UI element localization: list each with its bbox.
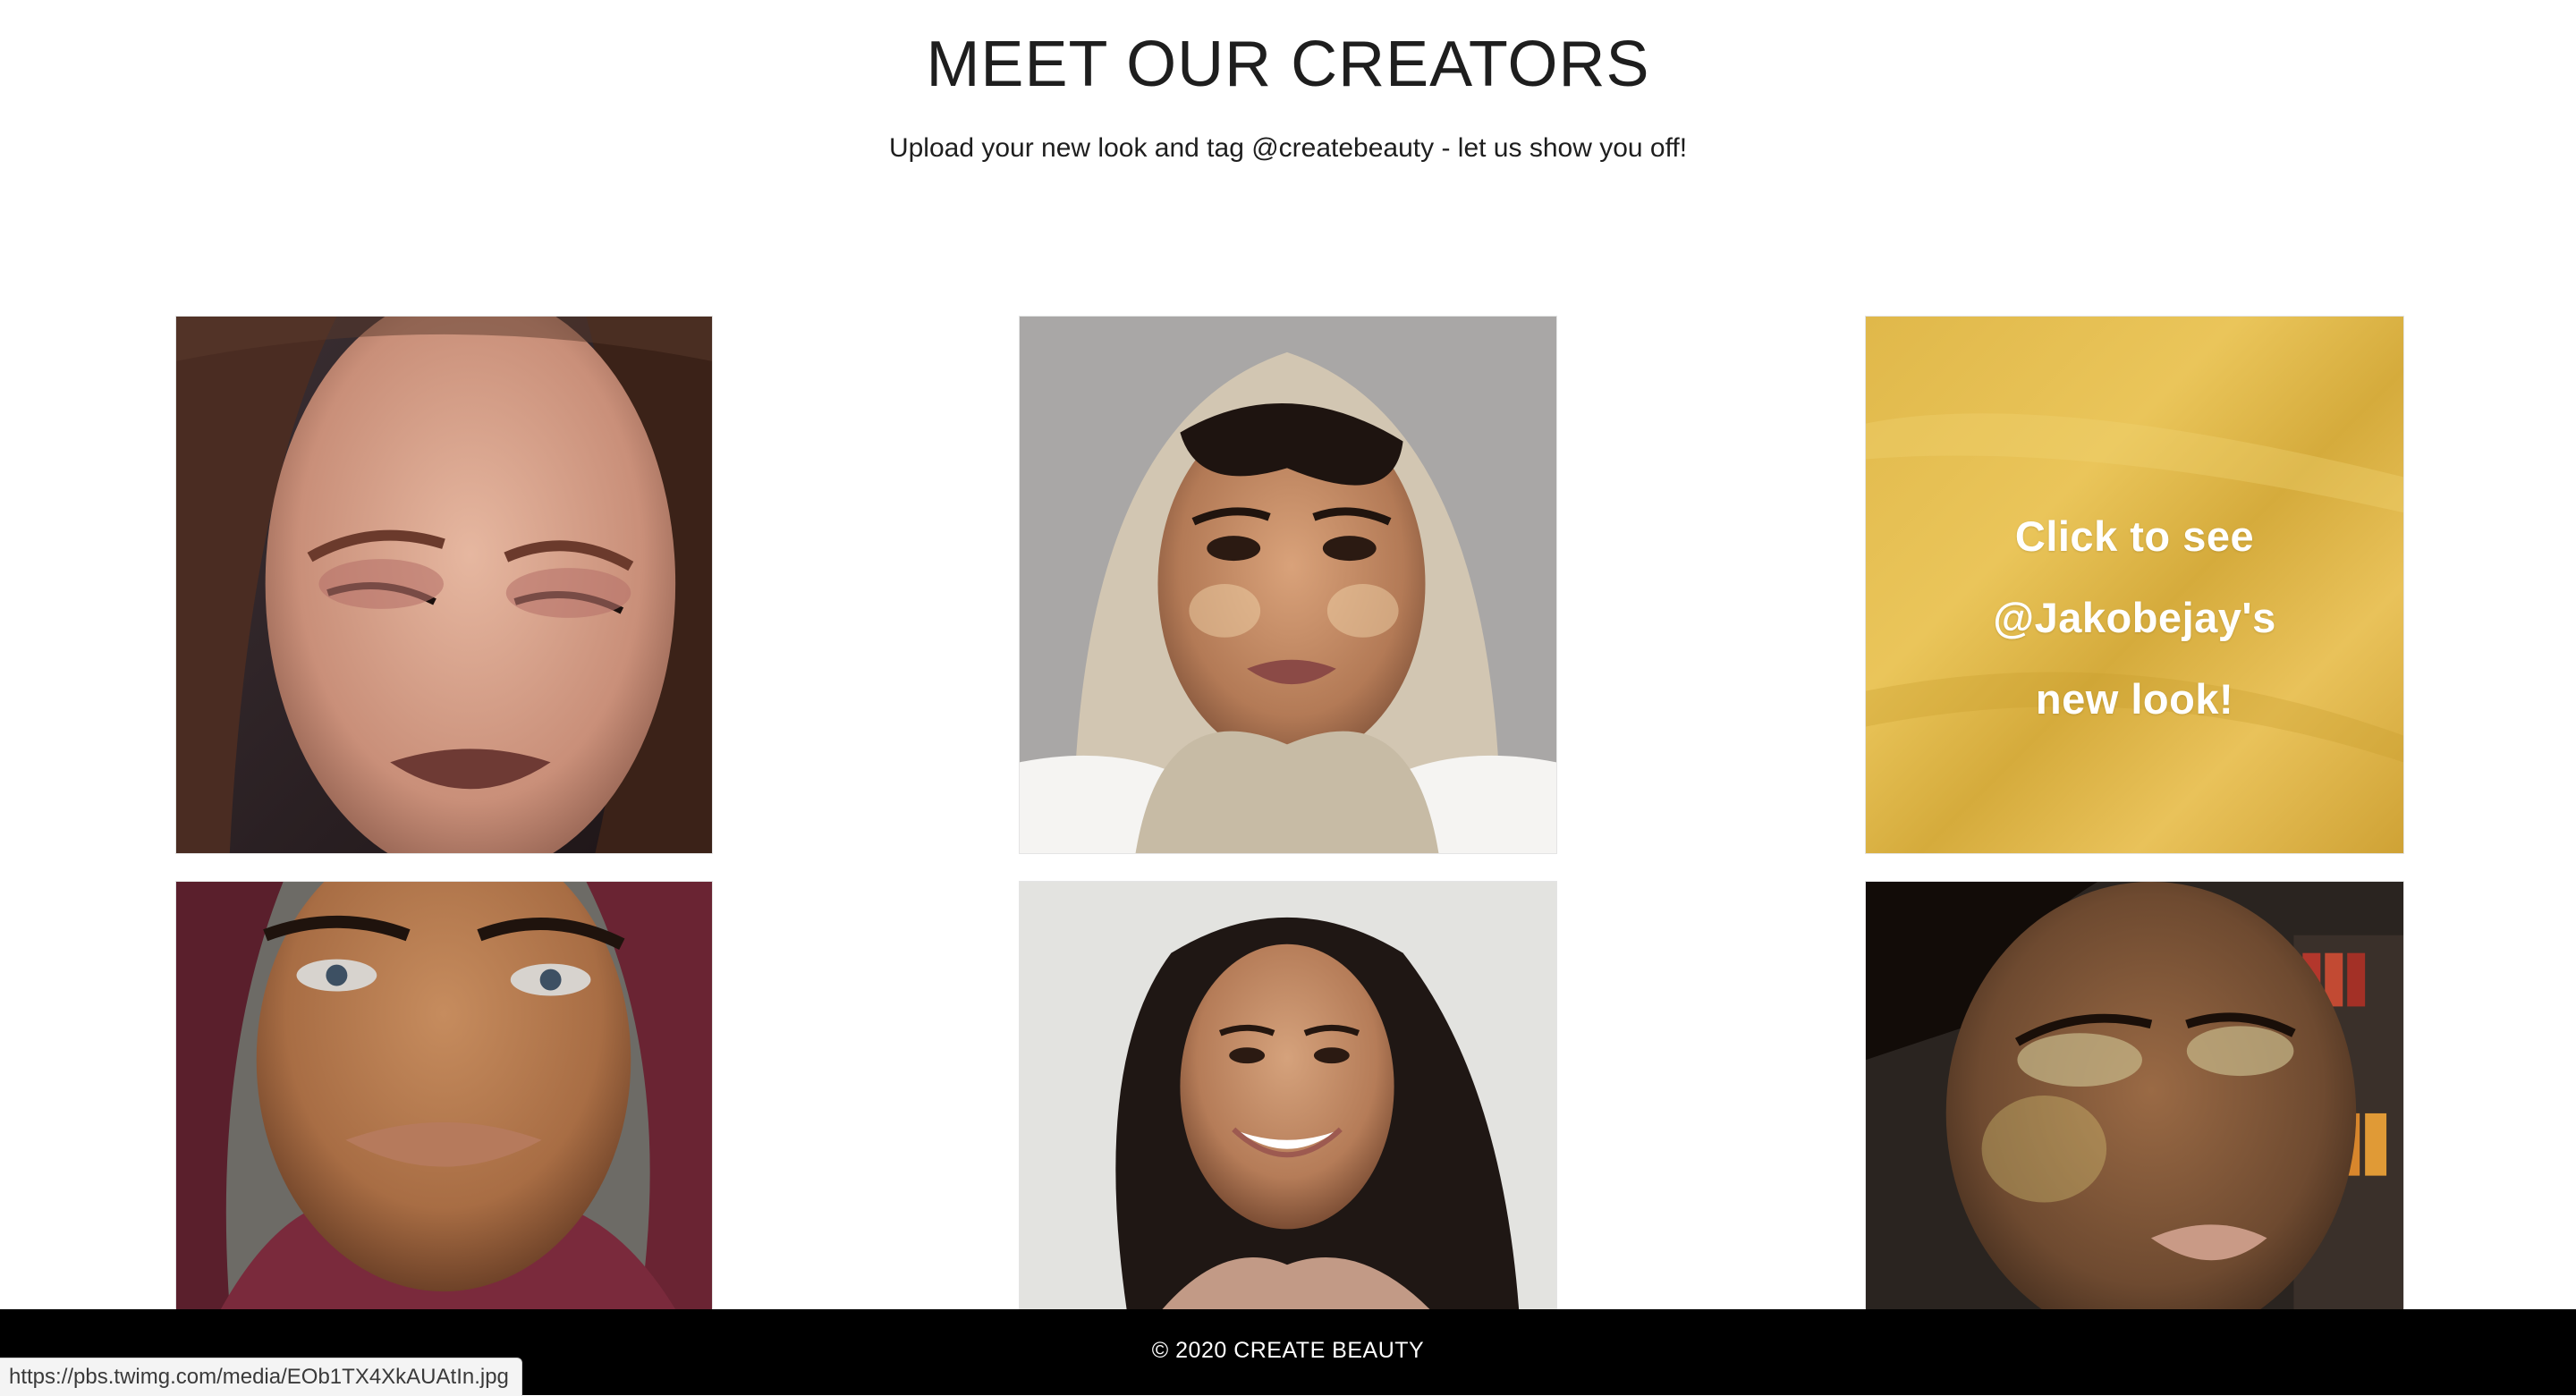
promo-line-1: Click to see	[2014, 512, 2255, 560]
creator-photo-2[interactable]	[1019, 316, 1557, 854]
creator-promo-card[interactable]: Click to see @Jakobejay's new look!	[1865, 316, 2404, 854]
creator-photo-1-image	[176, 317, 712, 853]
creator-photo-5[interactable]	[1019, 881, 1557, 1310]
creator-photo-6-image	[1866, 882, 2403, 1309]
creator-photo-4-image	[176, 882, 712, 1309]
promo-text: Click to see @Jakobejay's new look!	[1866, 495, 2403, 740]
page-subtitle: Upload your new look and tag @createbeau…	[888, 133, 1688, 163]
page-title: MEET OUR CREATORS	[926, 29, 1650, 100]
promo-line-2: @Jakobejay's	[1993, 594, 2276, 641]
creator-photo-6[interactable]	[1865, 881, 2404, 1310]
creator-photo-4[interactable]	[175, 881, 713, 1310]
browser-status-url: https://pbs.twimg.com/media/EOb1TX4XkAUA…	[0, 1358, 522, 1396]
creator-photo-5-image	[1020, 882, 1556, 1309]
creator-photo-1[interactable]	[175, 316, 713, 854]
creator-photo-2-image	[1020, 317, 1556, 853]
promo-line-3: new look!	[2035, 675, 2234, 723]
